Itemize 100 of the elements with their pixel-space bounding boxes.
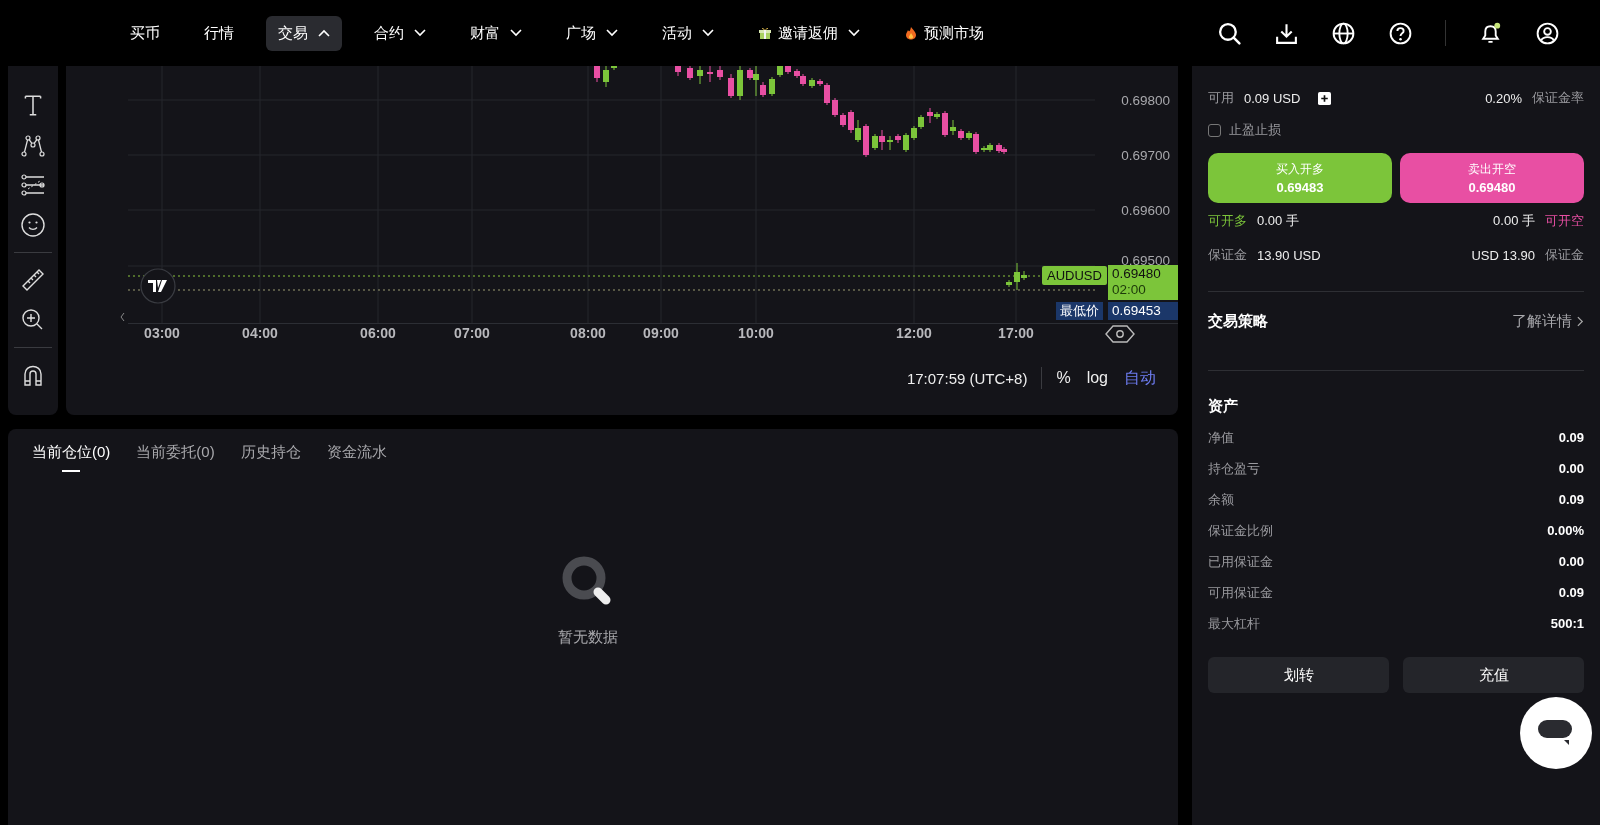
time-axis-label: 09:00 <box>643 325 679 341</box>
tp-sl-checkbox[interactable] <box>1208 123 1221 137</box>
nav-item[interactable]: 活动 <box>650 15 726 51</box>
time-axis-label: 07:00 <box>454 325 490 341</box>
nav-item[interactable]: 交易 <box>266 15 342 51</box>
search-icon[interactable] <box>1217 20 1242 46</box>
asset-value: 0.00% <box>1547 523 1584 538</box>
gift-icon <box>758 26 772 40</box>
nav-item[interactable]: 财富 <box>458 15 534 51</box>
symbol-tag: AUDUSD <box>1042 266 1107 285</box>
scale-option[interactable]: log <box>1086 369 1108 387</box>
low-price: 0.69453 <box>1108 302 1178 320</box>
candlestick <box>675 66 681 77</box>
tradingview-logo[interactable] <box>140 268 176 304</box>
time-axis-label: 10:00 <box>738 325 774 341</box>
asset-value: 0.09 <box>1558 430 1584 445</box>
nav-item[interactable]: 行情 <box>192 15 246 51</box>
nav-item[interactable]: 买币 <box>118 15 172 51</box>
flame-icon <box>904 26 918 40</box>
last-price: 0.69480 <box>1112 266 1162 282</box>
asset-value: 0.09 <box>1558 585 1584 600</box>
asset-label: 保证金比例 <box>1208 521 1273 540</box>
long-quantity: 0.00 手 <box>1257 212 1299 230</box>
time-axis-label: 06:00 <box>360 325 396 341</box>
account-icon[interactable] <box>1535 20 1560 46</box>
margin-rate-label: 保证金率 <box>1532 89 1584 107</box>
short-label: 可开空 <box>1545 212 1584 230</box>
asset-label: 最大杠杆 <box>1208 614 1260 633</box>
candlestick <box>611 66 617 71</box>
learn-more-link[interactable]: 了解详情 <box>1512 311 1572 331</box>
asset-action-button[interactable]: 充值 <box>1403 657 1584 693</box>
settings-icon[interactable] <box>1105 325 1135 343</box>
candlestick <box>840 112 846 128</box>
asset-label: 已用保证金 <box>1208 552 1273 571</box>
margin-rate-value: 0.20% <box>1485 90 1522 106</box>
candlestick <box>863 123 869 158</box>
candlestick <box>887 135 893 151</box>
available-label: 可用 <box>1208 89 1234 107</box>
price-axis-label: 0.69800 <box>1121 93 1170 108</box>
empty-message: 暂无数据 <box>558 628 618 647</box>
help-icon[interactable] <box>1388 20 1413 46</box>
time-axis-label: 08:00 <box>570 325 606 341</box>
asset-action-button[interactable]: 划转 <box>1208 657 1389 693</box>
chart-clock: 17:07:59 (UTC+8) <box>906 369 1028 387</box>
asset-label: 持仓盈亏 <box>1208 459 1260 478</box>
positions-tab[interactable]: 当前仓位(0) <box>32 443 111 472</box>
candlestick <box>832 97 838 118</box>
positions-tab[interactable]: 资金流水 <box>326 443 387 472</box>
scale-option[interactable]: 自动 <box>1124 367 1156 389</box>
time-axis-label: 03:00 <box>144 325 180 341</box>
candlestick <box>950 119 956 136</box>
margin-label: 保证金 <box>1208 246 1247 264</box>
candlestick <box>707 66 713 83</box>
low-price-tag: 最低价 <box>1056 302 1103 320</box>
pattern-tool-icon[interactable] <box>20 132 46 158</box>
candlestick <box>777 66 783 78</box>
time-axis-label: 12:00 <box>896 325 932 341</box>
assets-title: 资产 <box>1208 397 1239 416</box>
long-label: 可开多 <box>1208 212 1247 230</box>
price-axis-label: 0.69500 <box>1121 253 1170 268</box>
countdown: 02:00 <box>1112 282 1147 298</box>
asset-label: 净值 <box>1208 428 1234 447</box>
candlestick <box>717 66 723 81</box>
candlestick <box>728 73 734 99</box>
asset-value: 0.09 <box>1558 492 1584 507</box>
fib-lines-icon[interactable] <box>20 172 46 198</box>
candlestick <box>687 66 693 81</box>
margin-value: 13.90 USD <box>1257 247 1321 263</box>
asset-label: 可用保证金 <box>1208 583 1273 602</box>
asset-value: 500:1 <box>1550 616 1584 631</box>
short-quantity: 0.00 手 <box>1493 212 1535 230</box>
time-axis-label: 04:00 <box>242 325 278 341</box>
positions-tab[interactable]: 历史持仓 <box>240 443 301 472</box>
asset-label: 余额 <box>1208 490 1234 509</box>
margin-label: 保证金 <box>1545 246 1584 264</box>
price-axis-label: 0.69700 <box>1121 148 1170 163</box>
asset-value: 0.00 <box>1558 461 1584 476</box>
asset-value: 0.00 <box>1558 554 1584 569</box>
candlestick <box>737 66 743 101</box>
candlestick <box>697 66 703 85</box>
nav-item[interactable]: 广场 <box>554 15 630 51</box>
price-axis-label: 0.69600 <box>1121 203 1170 218</box>
available-value: 0.09 USD <box>1244 90 1301 106</box>
globe-icon[interactable] <box>1331 20 1356 46</box>
scale-option[interactable]: % <box>1056 369 1071 387</box>
nav-item[interactable]: 邀请返佣 <box>746 15 872 51</box>
candlestick <box>769 76 775 97</box>
candlestick <box>1006 279 1012 288</box>
candlestick <box>594 66 600 83</box>
nav-item[interactable]: 预测市场 <box>892 15 996 51</box>
candlestick <box>942 110 948 138</box>
collapse-icon[interactable] <box>120 312 125 322</box>
nav-item[interactable]: 合约 <box>362 15 438 51</box>
time-axis-label: 17:00 <box>998 325 1034 341</box>
smiley-icon[interactable] <box>20 212 46 238</box>
positions-tab[interactable]: 当前委托(0) <box>136 443 215 472</box>
candlestick <box>958 128 964 141</box>
tp-sl-label: 止盈止损 <box>1229 121 1281 139</box>
add-funds-icon[interactable] <box>1318 91 1332 105</box>
ruler-icon[interactable] <box>20 267 46 293</box>
